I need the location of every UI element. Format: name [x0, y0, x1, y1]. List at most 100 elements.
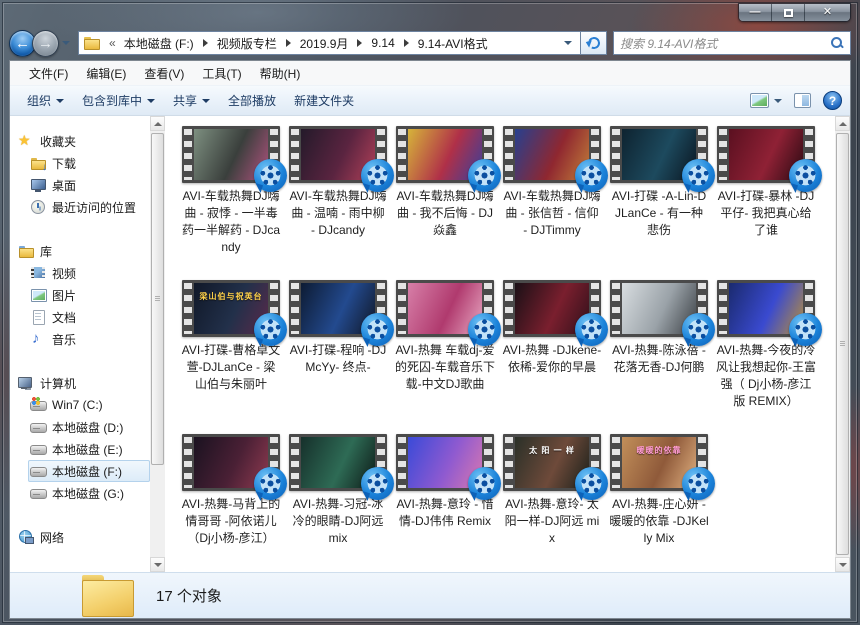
back-arrow-icon: ← [15, 35, 30, 52]
sidebar-section-计算机[interactable]: 计算机 [16, 372, 150, 394]
sidebar-item-下载[interactable]: ↓下载 [28, 152, 150, 174]
toolbar-button[interactable]: 新建文件夹 [285, 88, 363, 113]
sidebar-item-本地磁盘 (E:)[interactable]: 本地磁盘 (E:) [28, 438, 150, 460]
video-thumbnail: 梁山伯与祝英台 [182, 280, 280, 337]
address-dropdown-button[interactable] [558, 32, 578, 54]
file-name: AVI-热舞-习冠-冰冷的眼睛-DJ阿远 mix [288, 496, 388, 547]
file-item[interactable]: AVI-车载热舞DJ嗨曲 - 寂悸 - 一半毒药一半解药 - DJcandy [181, 126, 281, 274]
menu-item[interactable]: 文件(F) [20, 62, 77, 85]
scroll-down-button[interactable] [835, 557, 850, 572]
sidebar-section-收藏夹[interactable]: 收藏夹 [16, 130, 150, 152]
file-item[interactable]: AVI-热舞-今夜的冷风让我想起你-王富强（ Dj小杨-彦江版 REMIX） [716, 280, 816, 428]
video-thumbnail [289, 126, 387, 183]
search-box[interactable]: 搜索 9.14-AVI格式 [613, 31, 851, 55]
toolbar-button[interactable]: 全部播放 [219, 88, 285, 113]
sidebar-item-桌面[interactable]: 桌面 [28, 174, 150, 196]
sidebar-item-视频[interactable]: 视频 [28, 262, 150, 284]
preview-pane-button[interactable] [794, 93, 811, 108]
close-button[interactable]: ✕ [805, 4, 850, 21]
scroll-up-button[interactable] [835, 116, 850, 131]
toolbar-button[interactable]: 组织 [18, 88, 73, 113]
file-item[interactable]: AVI-车载热舞DJ嗨曲 - 张信哲 - 信仰 - DJTimmy [502, 126, 602, 274]
breadcrumb-item[interactable]: 9.14-AVI格式 [414, 33, 492, 54]
file-item[interactable]: AVI-车载热舞DJ嗨曲 - 温喃 - 雨中柳 - DJcandy [288, 126, 388, 274]
windows-flag-icon [32, 397, 40, 405]
files-scrollbar[interactable] [835, 116, 850, 572]
scrollbar-thumb[interactable] [151, 133, 164, 465]
file-item[interactable]: AVI-热舞-陈泳蓓 -花落无香-DJ何鹏 [609, 280, 709, 428]
menu-item[interactable]: 帮助(H) [251, 62, 310, 85]
breadcrumb-item[interactable]: 视频版专栏 [213, 33, 281, 54]
file-item[interactable]: AVI-热舞-习冠-冰冷的眼睛-DJ阿远 mix [288, 434, 388, 572]
sidebar-item-本地磁盘 (F:)[interactable]: 本地磁盘 (F:) [28, 460, 150, 482]
file-item[interactable]: AVI-热舞 车载dj-爱的死囚-车载音乐下载-中文DJ歌曲 [395, 280, 495, 428]
video-thumbnail [289, 434, 387, 491]
sidebar-scrollbar[interactable] [150, 116, 165, 572]
file-item[interactable]: AVI-打碟-程响 -DJMcYy- 终点- [288, 280, 388, 428]
file-item[interactable]: AVI-车载热舞DJ嗨曲 - 我不后悔 - DJ焱鑫 [395, 126, 495, 274]
sidebar-item-label: 视频 [52, 265, 76, 282]
file-name: AVI-热舞-马背上的情哥哥 -阿依诺儿（Dj小杨-彦江） [181, 496, 281, 547]
thumbnail-overlay-text: 太 阳 一 样 [529, 445, 575, 456]
file-item[interactable]: AVI-热舞-意玲 - 惜情-DJ伟伟 Remix [395, 434, 495, 572]
breadcrumb-item[interactable]: 本地磁盘 (F:) [120, 33, 198, 54]
recent-pages-dropdown[interactable] [62, 36, 74, 50]
file-item[interactable]: AVI-热舞 -DJkene-依稀-爱你的早晨 [502, 280, 602, 428]
menu-item[interactable]: 查看(V) [135, 62, 193, 85]
star-icon [18, 133, 34, 149]
file-item[interactable]: AVI-热舞-马背上的情哥哥 -阿依诺儿（Dj小杨-彦江） [181, 434, 281, 572]
maximize-button[interactable] [772, 4, 805, 21]
address-bar[interactable]: « 本地磁盘 (F:) 视频版专栏 2019.9月 9.14 9.14-AVI格式 [78, 31, 581, 55]
refresh-button[interactable] [581, 31, 607, 55]
file-name: AVI-热舞 车载dj-爱的死囚-车载音乐下载-中文DJ歌曲 [395, 342, 495, 393]
sidebar-item-最近访问的位置[interactable]: 最近访问的位置 [28, 196, 150, 218]
scrollbar-track[interactable] [150, 131, 165, 557]
minimize-button[interactable]: — [739, 4, 772, 21]
breadcrumb-item[interactable]: 9.14 [367, 34, 398, 52]
toolbar-button[interactable]: 共享 [164, 88, 219, 113]
disk-icon [30, 463, 46, 479]
scrollbar-thumb[interactable] [836, 133, 849, 555]
file-item[interactable]: AVI-打碟 -A-Lin-DJLanCe - 有一种悲伤 [609, 126, 709, 274]
media-player-badge-icon [789, 159, 822, 192]
change-view-button[interactable] [750, 93, 782, 108]
sidebar-section-label: 收藏夹 [40, 133, 76, 150]
menu-item[interactable]: 工具(T) [193, 62, 250, 85]
close-icon: ✕ [823, 5, 832, 18]
sidebar-section-网络[interactable]: 网络 [16, 526, 150, 548]
file-item[interactable]: 暖暖的依靠AVI-热舞-庄心妍 - 暖暖的依靠 -DJKelly Mix [609, 434, 709, 572]
sidebar-item-音乐[interactable]: 音乐 [28, 328, 150, 350]
sidebar-item-label: 本地磁盘 (E:) [52, 441, 123, 458]
breadcrumb: 本地磁盘 (F:) 视频版专栏 2019.9月 9.14 9.14-AVI格式 [120, 33, 492, 54]
music-icon [30, 331, 46, 347]
scrollbar-track[interactable] [835, 131, 850, 557]
thumbnail-overlay-text: 梁山伯与祝英台 [200, 291, 263, 302]
menu-item[interactable]: 编辑(E) [77, 62, 135, 85]
sidebar-item-Win7 (C:)[interactable]: Win7 (C:) [28, 394, 150, 416]
file-item[interactable]: 太 阳 一 样AVI-热舞-意玲- 太阳一样-DJ阿远 mix [502, 434, 602, 572]
sidebar-item-图片[interactable]: 图片 [28, 284, 150, 306]
toolbar-button[interactable]: 包含到库中 [73, 88, 164, 113]
file-list-area: AVI-车载热舞DJ嗨曲 - 寂悸 - 一半毒药一半解药 - DJcandyAV… [165, 116, 850, 572]
chevron-down-icon [147, 99, 155, 103]
breadcrumb-overflow[interactable]: « [109, 36, 116, 50]
toolbar-button-label: 共享 [173, 92, 197, 109]
toolbar-button-label: 包含到库中 [82, 92, 142, 109]
refresh-icon [586, 35, 601, 50]
sidebar-item-label: 最近访问的位置 [52, 199, 136, 216]
scroll-down-button[interactable] [150, 557, 165, 572]
file-item[interactable]: AVI-打碟-暴林 -DJ平仔- 我把真心给了谁 [716, 126, 816, 274]
sidebar-section-库[interactable]: 库 [16, 240, 150, 262]
sidebar-item-本地磁盘 (D:)[interactable]: 本地磁盘 (D:) [28, 416, 150, 438]
help-button[interactable]: ? [823, 91, 842, 110]
disk-win-icon [30, 397, 46, 413]
file-item[interactable]: 梁山伯与祝英台AVI-打碟-曹格卓文萱-DJLanCe - 梁山伯与朱丽叶 [181, 280, 281, 428]
forward-button[interactable]: → [32, 30, 59, 57]
toolbar-button-label: 全部播放 [228, 92, 276, 109]
search-input[interactable]: 搜索 9.14-AVI格式 [620, 35, 830, 52]
breadcrumb-separator-icon [286, 39, 291, 47]
breadcrumb-item[interactable]: 2019.9月 [296, 33, 353, 54]
sidebar-item-文档[interactable]: 文档 [28, 306, 150, 328]
sidebar-item-本地磁盘 (G:)[interactable]: 本地磁盘 (G:) [28, 482, 150, 504]
scroll-up-button[interactable] [150, 116, 165, 131]
